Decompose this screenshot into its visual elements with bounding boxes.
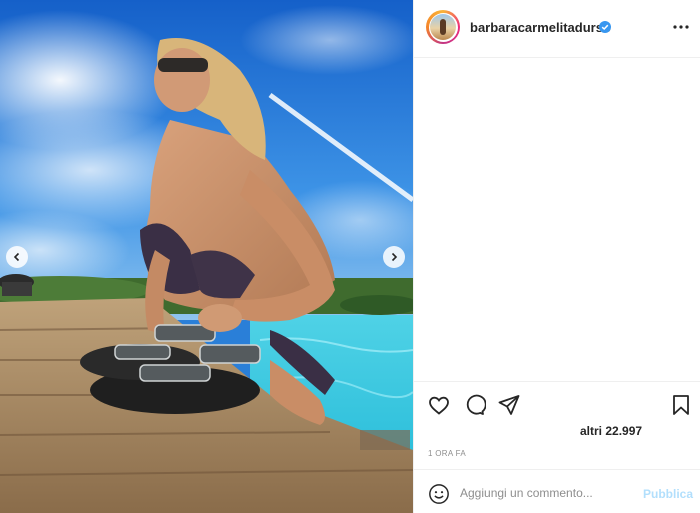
bookmark-icon[interactable] (669, 393, 693, 417)
comment-input[interactable] (460, 483, 640, 503)
next-photo-button[interactable] (383, 246, 405, 268)
paper-plane-icon[interactable] (497, 393, 521, 417)
more-horizontal-icon (673, 25, 689, 29)
comment-bar: Pubblica (414, 469, 700, 513)
chevron-right-icon (391, 252, 398, 262)
more-options-button[interactable] (671, 19, 691, 35)
chevron-left-icon (13, 252, 20, 262)
comment-icon[interactable] (462, 393, 486, 417)
instagram-post: barbaracarmelitadurso altri 22.997 1 ORA… (0, 0, 700, 513)
emoji-icon[interactable] (428, 483, 450, 505)
post-media[interactable] (0, 0, 413, 513)
action-bar (414, 381, 700, 425)
post-photo (0, 0, 413, 513)
verified-badge-icon (599, 21, 611, 33)
avatar[interactable] (426, 10, 460, 44)
publish-button[interactable]: Pubblica (643, 487, 693, 501)
post-side-panel: barbaracarmelitadurso altri 22.997 1 ORA… (413, 0, 700, 513)
previous-photo-button[interactable] (6, 246, 28, 268)
username-link[interactable]: barbaracarmelitadurso (470, 20, 611, 35)
post-header: barbaracarmelitadurso (414, 0, 700, 58)
likes-count[interactable]: altri 22.997 (580, 424, 642, 438)
comments-area (414, 58, 700, 381)
post-timestamp[interactable]: 1 ORA FA (428, 449, 466, 458)
avatar-ring (428, 12, 458, 42)
avatar-image (430, 14, 456, 40)
heart-icon[interactable] (427, 393, 451, 417)
